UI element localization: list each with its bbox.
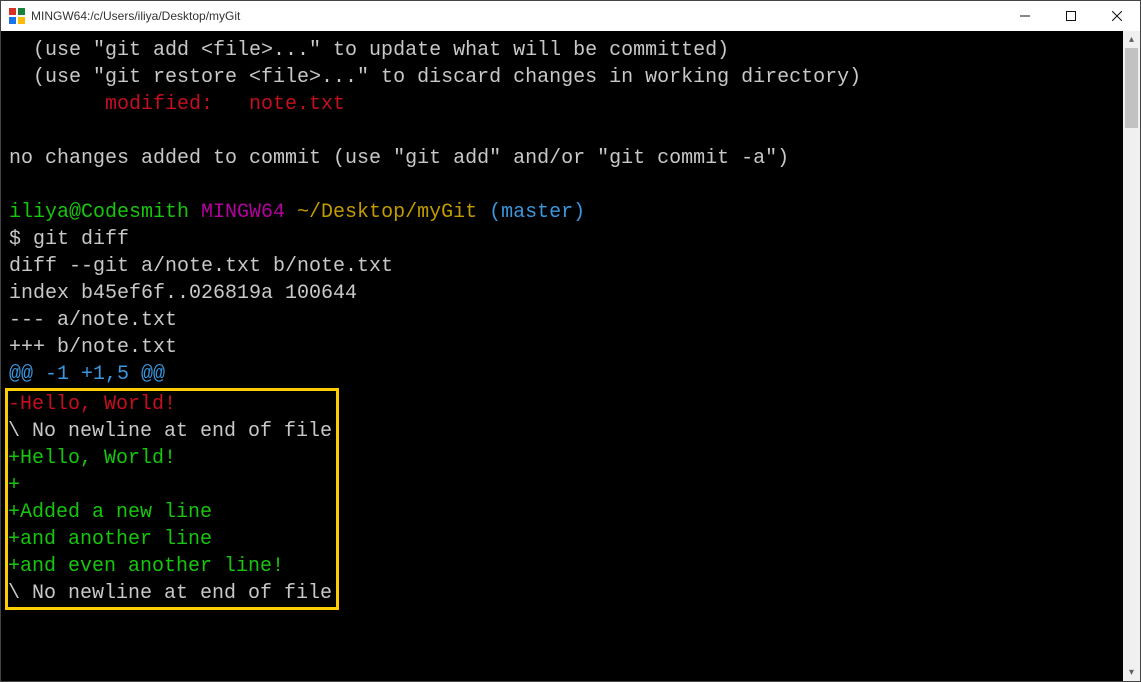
- modified-line: modified: note.txt: [9, 91, 1115, 118]
- diff-header: index b45ef6f..026819a 100644: [9, 280, 1115, 307]
- diff-nonewline: \ No newline at end of file: [8, 418, 332, 445]
- diff-added: +and another line: [8, 526, 332, 553]
- maximize-button[interactable]: [1048, 1, 1094, 31]
- diff-header: diff --git a/note.txt b/note.txt: [9, 253, 1115, 280]
- command-line: $ git diff: [9, 226, 1115, 253]
- scrollbar-vertical[interactable]: ▴ ▾: [1123, 31, 1140, 681]
- diff-added: +: [8, 472, 332, 499]
- hint-line: (use "git restore <file>..." to discard …: [9, 64, 1115, 91]
- scroll-down-icon[interactable]: ▾: [1123, 664, 1140, 681]
- maximize-icon: [1066, 11, 1076, 21]
- terminal-area: (use "git add <file>..." to update what …: [1, 31, 1140, 681]
- diff-removed: -Hello, World!: [8, 391, 332, 418]
- diff-added: +Added a new line: [8, 499, 332, 526]
- blank-line: [9, 118, 1115, 145]
- close-button[interactable]: [1094, 1, 1140, 31]
- diff-nonewline: \ No newline at end of file: [8, 580, 332, 607]
- prompt-env: MINGW64: [189, 201, 285, 224]
- prompt-user: iliya@Codesmith: [9, 201, 189, 224]
- prompt-branch: (master): [477, 201, 585, 224]
- diff-added: +Hello, World!: [8, 445, 332, 472]
- hint-line: (use "git add <file>..." to update what …: [9, 37, 1115, 64]
- diff-header: --- a/note.txt: [9, 307, 1115, 334]
- titlebar[interactable]: MINGW64:/c/Users/iliya/Desktop/myGit: [1, 1, 1140, 31]
- diff-header: +++ b/note.txt: [9, 334, 1115, 361]
- terminal-output[interactable]: (use "git add <file>..." to update what …: [1, 31, 1123, 681]
- scrollbar-thumb[interactable]: [1125, 48, 1138, 128]
- blank-line: [9, 172, 1115, 199]
- window-title: MINGW64:/c/Users/iliya/Desktop/myGit: [31, 9, 240, 23]
- app-icon: [9, 8, 25, 24]
- window-controls: [1002, 1, 1140, 31]
- scroll-up-icon[interactable]: ▴: [1123, 31, 1140, 48]
- prompt-line: iliya@Codesmith MINGW64 ~/Desktop/myGit …: [9, 199, 1115, 226]
- minimize-icon: [1020, 11, 1030, 21]
- minimize-button[interactable]: [1002, 1, 1048, 31]
- no-changes-line: no changes added to commit (use "git add…: [9, 145, 1115, 172]
- terminal-window: MINGW64:/c/Users/iliya/Desktop/myGit (us…: [0, 0, 1141, 682]
- scrollbar-track[interactable]: [1123, 48, 1140, 664]
- prompt-path: ~/Desktop/myGit: [285, 201, 477, 224]
- diff-hunk: @@ -1 +1,5 @@: [9, 361, 1115, 388]
- diff-added: +and even another line!: [8, 553, 332, 580]
- close-icon: [1112, 11, 1122, 21]
- highlight-annotation: -Hello, World!\ No newline at end of fil…: [5, 388, 339, 610]
